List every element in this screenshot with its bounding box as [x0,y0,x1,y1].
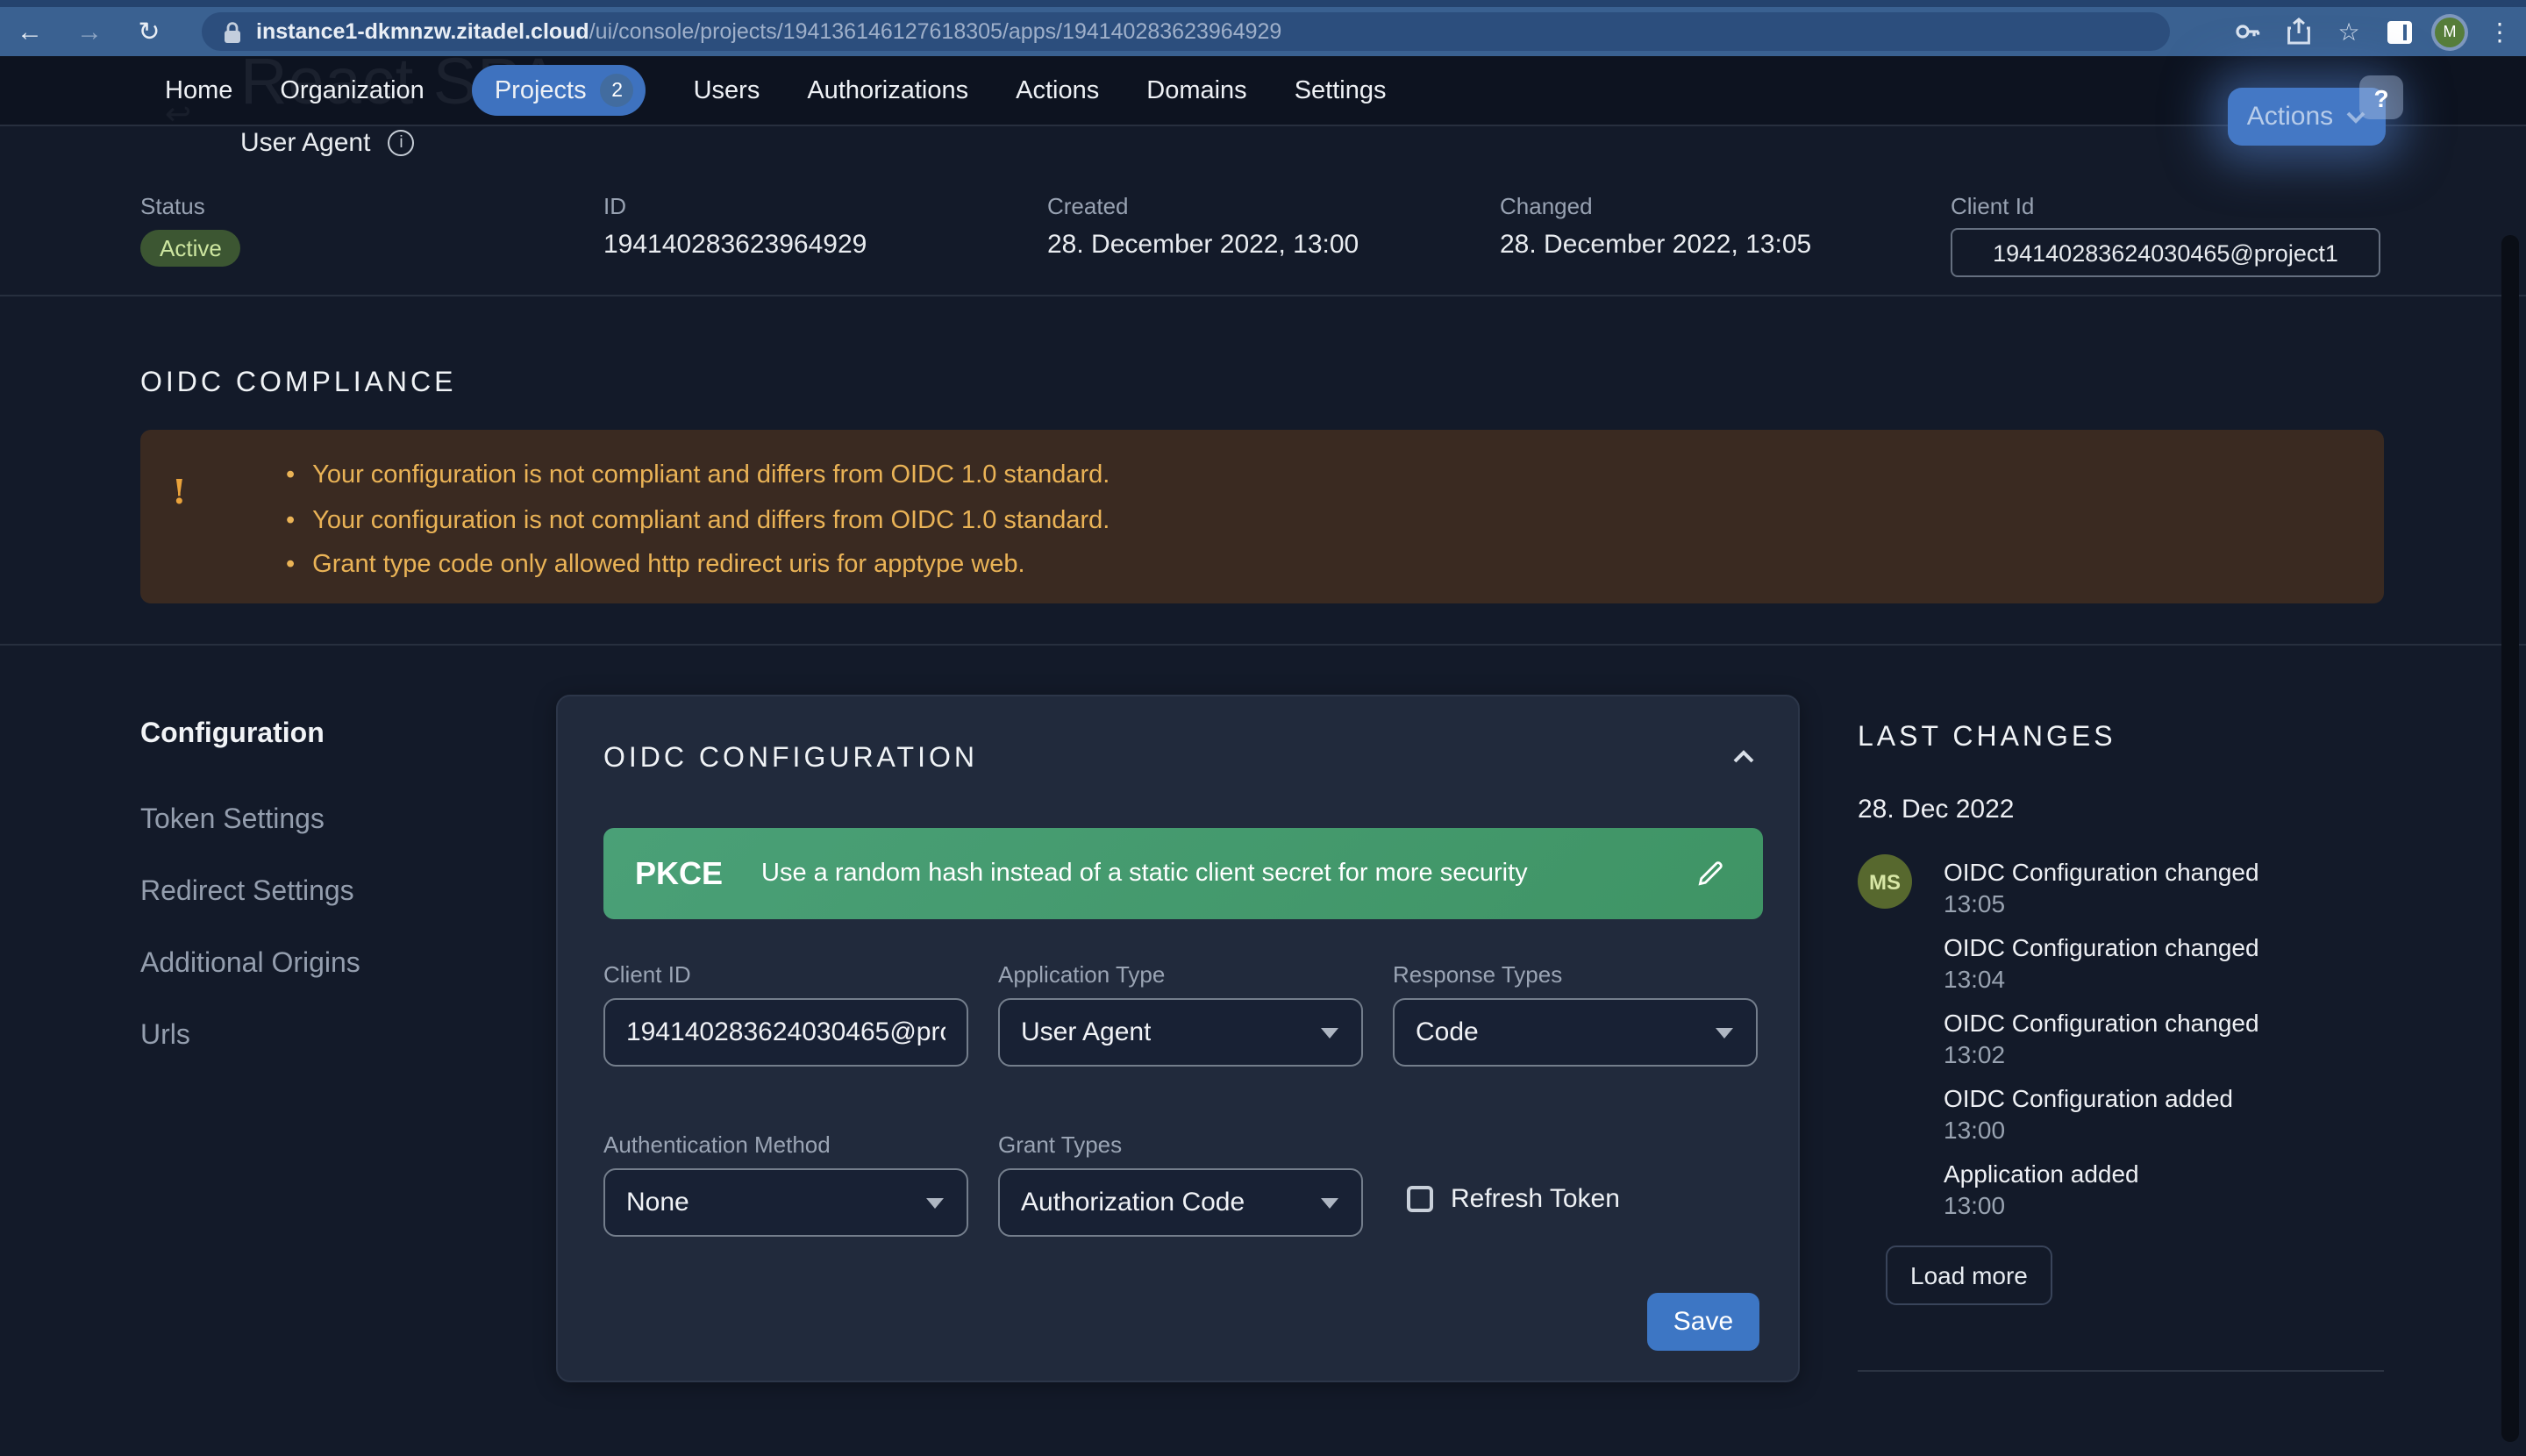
sidebar-item-configuration[interactable]: Configuration [140,719,325,751]
divider [0,295,2526,296]
app-type-subtitle: User Agent [240,128,370,158]
share-icon[interactable] [2282,16,2314,47]
chevron-down-icon [1321,1198,1338,1209]
divider [1858,1370,2384,1372]
meta-created: Created 28. December 2022, 13:00 [1047,193,1359,260]
client-id-input[interactable] [626,1017,945,1047]
status-badge: Active [140,230,241,267]
list-item: OIDC Configuration changed 13:04 [1944,933,2259,993]
sidebar-item-additional-origins[interactable]: Additional Origins [140,949,360,981]
compliance-warning-box: ! Your configuration is not compliant an… [140,430,2384,603]
pkce-description: Use a random hash instead of a static cl… [761,860,1528,888]
chevron-down-icon [926,1198,944,1209]
list-item: OIDC Configuration changed 13:02 [1944,1009,2259,1068]
authentication-method-label: Authentication Method [603,1131,968,1158]
compliance-warning: Your configuration is not compliant and … [286,454,1110,499]
client-id-chip[interactable]: 194140283624030465@project1 [1951,228,2380,277]
authentication-method-select[interactable]: None [603,1168,968,1237]
oidc-configuration-card: OIDC CONFIGURATION PKCE Use a random has… [556,695,1800,1382]
changes-date: 28. Dec 2022 [1858,795,2014,824]
sidebar-item-token-settings[interactable]: Token Settings [140,805,325,837]
nav-item-users[interactable]: Users [694,76,760,104]
sidebar-item-urls[interactable]: Urls [140,1021,190,1053]
response-types-label: Response Types [1393,961,1758,988]
refresh-token-checkbox-row[interactable]: Refresh Token [1407,1184,1620,1214]
meta-status: Status Active [140,193,241,267]
url-path: /ui/console/projects/194136146127618305/… [589,19,1282,44]
lock-icon [223,20,242,43]
chevron-up-icon[interactable] [1731,749,1756,765]
edit-pencil-icon[interactable] [1695,856,1728,889]
sidebar-item-redirect-settings[interactable]: Redirect Settings [140,877,354,909]
compliance-title: OIDC COMPLIANCE [140,368,457,400]
scrollbar[interactable] [2501,235,2519,1442]
actions-menu-button[interactable]: Actions ? [2228,88,2386,146]
list-item: Application added 13:00 [1944,1160,2259,1219]
browser-forward-icon[interactable]: → [60,17,119,46]
meta-changed: Changed 28. December 2022, 13:05 [1500,193,1811,260]
projects-count-badge: 2 [601,74,634,107]
help-button[interactable]: ? [2359,75,2403,119]
avatar: MS [1858,854,1912,909]
chevron-down-icon [1321,1028,1338,1038]
browser-profile-avatar[interactable]: M [2435,17,2465,46]
warning-icon: ! [172,474,187,512]
nav-item-projects-label: Projects [495,76,587,104]
meta-id: ID 194140283623964929 [603,193,867,260]
console-navbar: Home Organization Projects 2 Users Autho… [0,56,2526,126]
application-type-select[interactable]: User Agent [998,998,1363,1067]
grant-types-label: Grant Types [998,1131,1363,1158]
refresh-token-label: Refresh Token [1451,1184,1620,1214]
divider [0,644,2526,646]
last-changes-title: LAST CHANGES [1858,723,2116,754]
chevron-down-icon [1716,1028,1733,1038]
pkce-banner[interactable]: PKCE Use a random hash instead of a stat… [603,828,1763,919]
url-domain: instance1-dkmnzw.zitadel.cloud [256,19,589,44]
nav-item-settings[interactable]: Settings [1295,76,1387,104]
list-item: OIDC Configuration changed 13:05 [1944,858,2259,917]
load-more-button[interactable]: Load more [1886,1245,2052,1305]
compliance-warning: Your configuration is not compliant and … [286,499,1110,544]
browser-menu-icon[interactable]: ⋮ [2484,16,2515,47]
nav-item-authorizations[interactable]: Authorizations [807,76,968,104]
info-icon[interactable]: i [388,130,414,156]
side-panel-icon[interactable] [2384,16,2415,47]
compliance-warning: Grant type code only allowed http redire… [286,544,1110,589]
changes-list: OIDC Configuration changed 13:05 OIDC Co… [1944,858,2259,1219]
browser-back-icon[interactable]: ← [0,17,60,46]
nav-item-actions[interactable]: Actions [1016,76,1099,104]
client-id-input-wrap [603,998,968,1067]
application-type-label: Application Type [998,961,1363,988]
card-title: OIDC CONFIGURATION [603,744,978,775]
nav-item-organization[interactable]: Organization [280,76,424,104]
refresh-token-checkbox[interactable] [1407,1186,1433,1212]
zitadel-console-screen: ← → ↻ instance1-dkmnzw.zitadel.cloud/ui/… [0,0,2526,1456]
grant-types-select[interactable]: Authorization Code [998,1168,1363,1237]
client-id-label: Client ID [603,961,968,988]
list-item: OIDC Configuration added 13:00 [1944,1084,2259,1144]
bookmark-star-icon[interactable]: ☆ [2333,16,2365,47]
response-types-select[interactable]: Code [1393,998,1758,1067]
password-key-icon[interactable] [2231,16,2263,47]
save-button[interactable]: Save [1647,1293,1759,1351]
browser-reload-icon[interactable]: ↻ [119,16,179,47]
meta-client-id: Client Id 194140283624030465@project1 [1951,193,2380,277]
nav-item-home[interactable]: Home [165,76,232,104]
nav-item-domains[interactable]: Domains [1146,76,1246,104]
nav-item-projects[interactable]: Projects 2 [472,65,646,116]
pkce-title: PKCE [635,855,723,892]
